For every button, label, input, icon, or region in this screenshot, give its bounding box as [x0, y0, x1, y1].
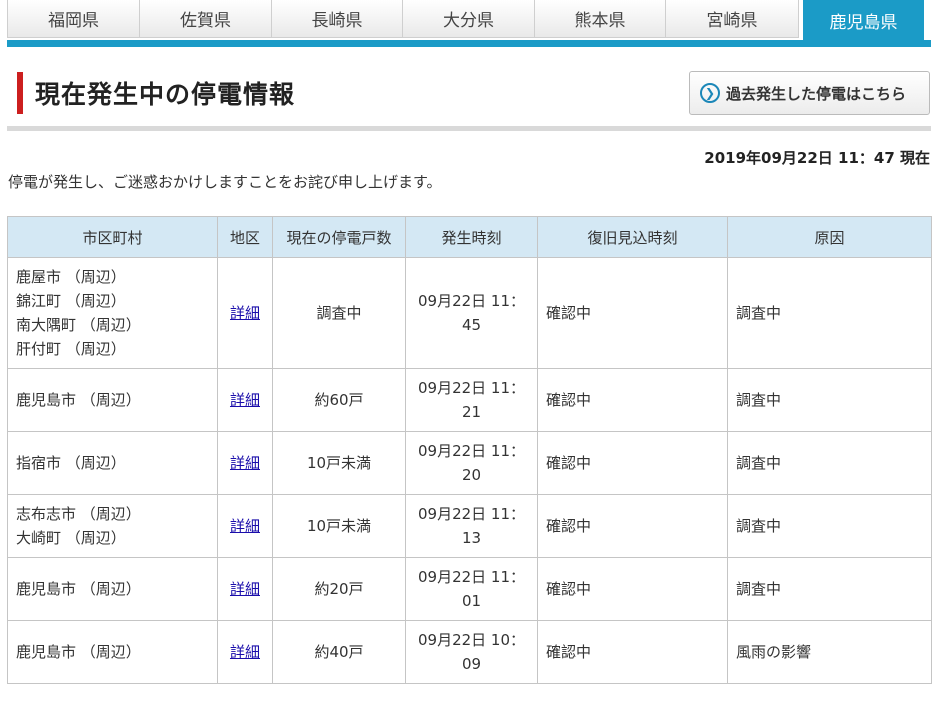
column-header-occurred: 発生時刻	[405, 216, 538, 258]
tab-underline	[7, 40, 931, 47]
detail-link[interactable]: 詳細	[230, 517, 260, 535]
restore-cell: 確認中	[537, 620, 728, 684]
municipality-cell: 鹿児島市 （周辺）	[7, 557, 218, 621]
area-name: 肝付町 （周辺）	[16, 340, 126, 358]
municipality-cell: 鹿児島市 （周辺）	[7, 368, 218, 432]
tab-oita[interactable]: 大分県	[403, 0, 535, 38]
tab-miyazaki[interactable]: 宮崎県	[666, 0, 799, 38]
prefecture-tabs: 福岡県 佐賀県 長崎県 大分県 熊本県 宮崎県 鹿児島県	[7, 0, 931, 41]
restore-cell: 確認中	[537, 257, 728, 369]
municipality-cell: 指宿市 （周辺）	[7, 431, 218, 495]
detail-link[interactable]: 詳細	[230, 454, 260, 472]
column-header-restore: 復旧見込時刻	[537, 216, 728, 258]
area-name: 錦江町 （周辺）	[16, 292, 126, 310]
tab-kagoshima[interactable]: 鹿児島県	[803, 0, 924, 41]
occurred-cell: 09月22日 11：13	[405, 494, 538, 558]
occurred-cell: 09月22日 11：20	[405, 431, 538, 495]
cause-cell: 調査中	[727, 368, 932, 432]
district-cell: 詳細	[217, 431, 273, 495]
detail-link[interactable]: 詳細	[230, 643, 260, 661]
column-header-district: 地区	[217, 216, 273, 258]
restore-cell: 確認中	[537, 494, 728, 558]
households-cell: 10戸未満	[272, 431, 406, 495]
detail-link[interactable]: 詳細	[230, 391, 260, 409]
municipality-cell: 鹿屋市 （周辺） 錦江町 （周辺） 南大隅町 （周辺） 肝付町 （周辺）	[7, 257, 218, 369]
tab-fukuoka[interactable]: 福岡県	[7, 0, 140, 38]
area-name: 指宿市 （周辺）	[16, 454, 126, 472]
district-cell: 詳細	[217, 494, 273, 558]
households-cell: 約20戸	[272, 557, 406, 621]
table-row: 鹿児島市 （周辺） 詳細 約60戸 09月22日 11：21 確認中 調査中	[7, 368, 932, 432]
occurred-cell: 09月22日 11：01	[405, 557, 538, 621]
area-name: 大崎町 （周辺）	[16, 529, 126, 547]
table-row: 指宿市 （周辺） 詳細 10戸未満 09月22日 11：20 確認中 調査中	[7, 431, 932, 495]
restore-cell: 確認中	[537, 431, 728, 495]
municipality-cell: 鹿児島市 （周辺）	[7, 620, 218, 684]
households-cell: 約60戸	[272, 368, 406, 432]
district-cell: 詳細	[217, 557, 273, 621]
district-cell: 詳細	[217, 257, 273, 369]
area-name: 志布志市 （周辺）	[16, 505, 141, 523]
area-name: 鹿児島市 （周辺）	[16, 391, 141, 409]
occurred-cell: 09月22日 11：21	[405, 368, 538, 432]
past-outages-button-label: 過去発生した停電はこちら	[726, 84, 907, 103]
table-row: 志布志市 （周辺） 大崎町 （周辺） 詳細 10戸未満 09月22日 11：13…	[7, 494, 932, 558]
tab-kumamoto[interactable]: 熊本県	[535, 0, 666, 38]
chevron-right-icon: ❯	[700, 83, 720, 103]
area-name: 鹿児島市 （周辺）	[16, 643, 141, 661]
column-header-municipality: 市区町村	[7, 216, 218, 258]
column-header-cause: 原因	[727, 216, 932, 258]
page-title: 現在発生中の停電情報	[35, 80, 296, 109]
title-divider	[7, 126, 931, 131]
area-name: 鹿屋市 （周辺）	[16, 268, 126, 286]
outage-table: 市区町村 地区 現在の停電戸数 発生時刻 復旧見込時刻 原因 鹿屋市 （周辺） …	[7, 216, 932, 684]
table-header-row: 市区町村 地区 現在の停電戸数 発生時刻 復旧見込時刻 原因	[7, 216, 932, 258]
occurred-cell: 09月22日 11：45	[405, 257, 538, 369]
current-timestamp: 2019年09月22日 11：47 現在	[704, 149, 930, 167]
detail-link[interactable]: 詳細	[230, 580, 260, 598]
title-block: 現在発生中の停電情報	[17, 72, 295, 114]
restore-cell: 確認中	[537, 368, 728, 432]
district-cell: 詳細	[217, 620, 273, 684]
tab-nagasaki[interactable]: 長崎県	[272, 0, 403, 38]
area-name: 鹿児島市 （周辺）	[16, 580, 141, 598]
column-header-households: 現在の停電戸数	[272, 216, 406, 258]
district-cell: 詳細	[217, 368, 273, 432]
detail-link[interactable]: 詳細	[230, 304, 260, 322]
cause-cell: 調査中	[727, 431, 932, 495]
table-row: 鹿屋市 （周辺） 錦江町 （周辺） 南大隅町 （周辺） 肝付町 （周辺） 詳細 …	[7, 257, 932, 369]
title-accent-bar	[17, 72, 23, 114]
cause-cell: 調査中	[727, 257, 932, 369]
households-cell: 約40戸	[272, 620, 406, 684]
tab-saga[interactable]: 佐賀県	[140, 0, 272, 38]
restore-cell: 確認中	[537, 557, 728, 621]
table-row: 鹿児島市 （周辺） 詳細 約40戸 09月22日 10：09 確認中 風雨の影響	[7, 620, 932, 684]
area-name: 南大隅町 （周辺）	[16, 316, 141, 334]
cause-cell: 風雨の影響	[727, 620, 932, 684]
apology-message: 停電が発生し、ご迷惑おかけしますことをお詫び申し上げます。	[8, 173, 442, 191]
table-row: 鹿児島市 （周辺） 詳細 約20戸 09月22日 11：01 確認中 調査中	[7, 557, 932, 621]
cause-cell: 調査中	[727, 494, 932, 558]
cause-cell: 調査中	[727, 557, 932, 621]
municipality-cell: 志布志市 （周辺） 大崎町 （周辺）	[7, 494, 218, 558]
households-cell: 調査中	[272, 257, 406, 369]
occurred-cell: 09月22日 10：09	[405, 620, 538, 684]
households-cell: 10戸未満	[272, 494, 406, 558]
past-outages-button[interactable]: ❯ 過去発生した停電はこちら	[689, 71, 930, 115]
